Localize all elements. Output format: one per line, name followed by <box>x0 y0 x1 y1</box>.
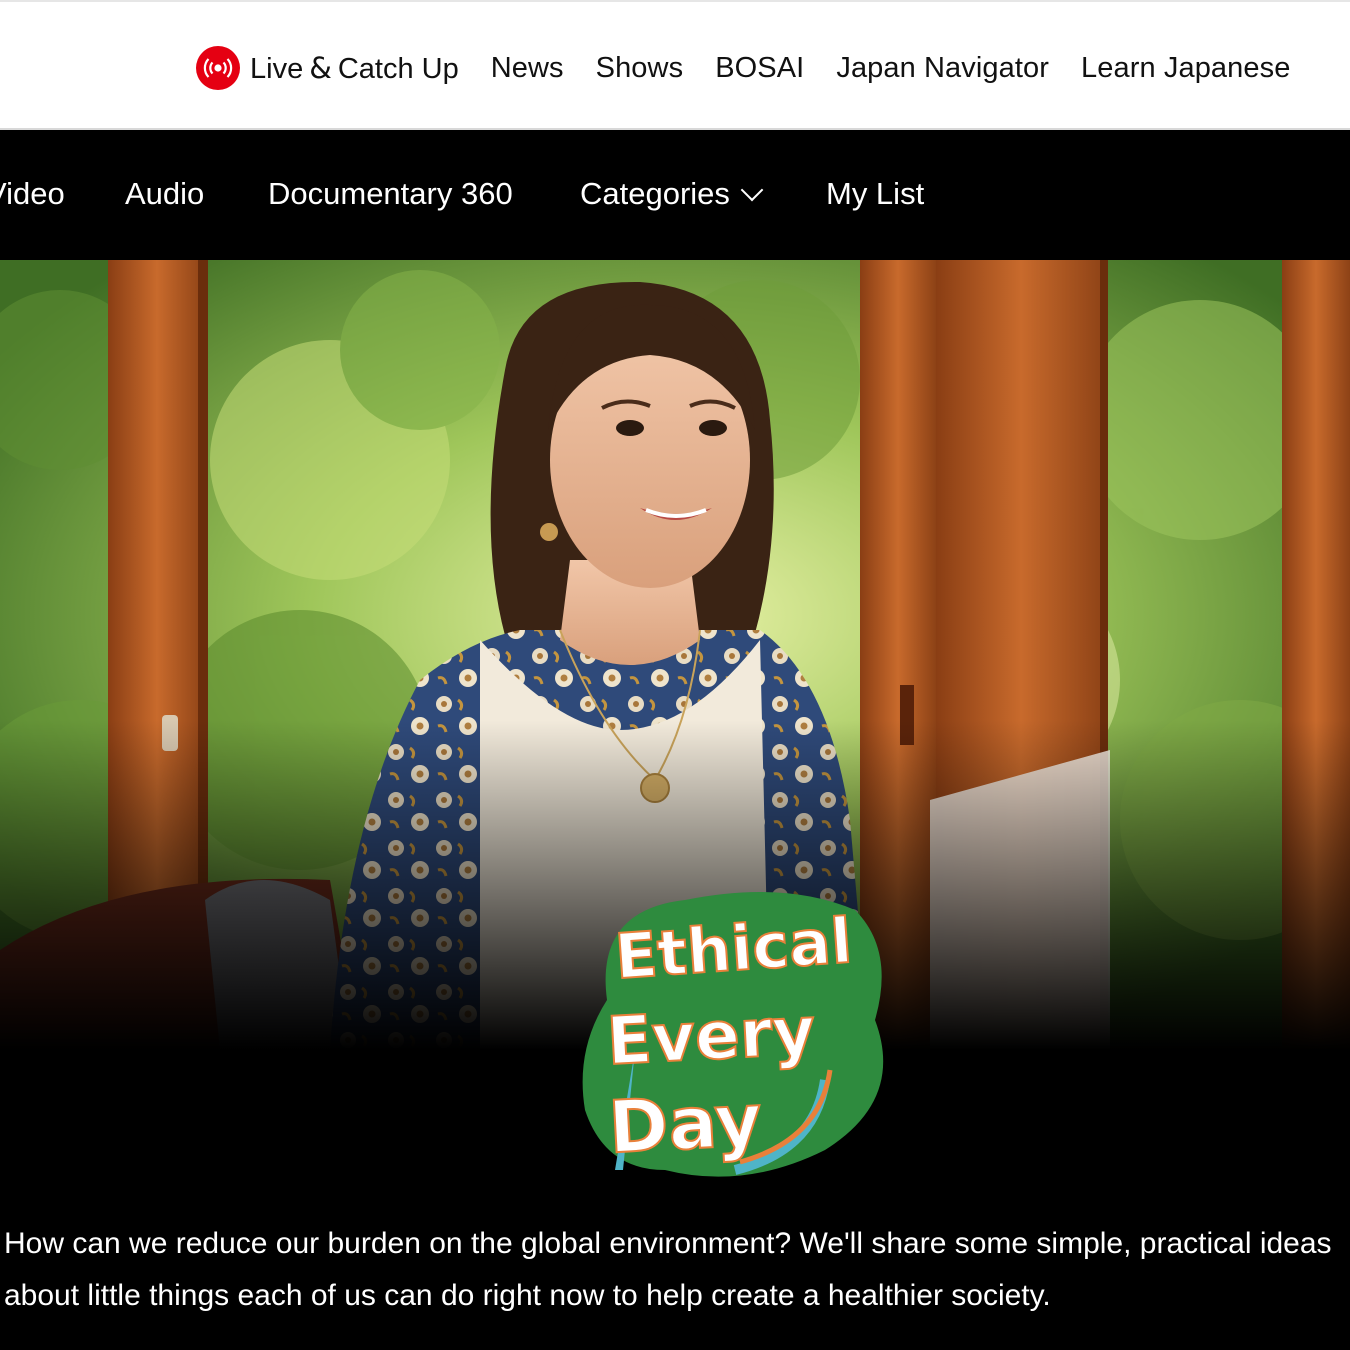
sub-nav-documentary-360[interactable]: Documentary 360 <box>268 176 513 212</box>
categories-label: Categories <box>580 176 730 211</box>
top-header: Live & Catch Up News Shows BOSAI Japan Nav… <box>0 0 1350 130</box>
nav-learn-japanese[interactable]: Learn Japanese <box>1081 52 1290 85</box>
catch-up-label: Catch Up <box>337 52 459 85</box>
sub-nav-audio[interactable]: Audio <box>125 176 204 212</box>
description-line-2: about little things each of us can do ri… <box>4 1279 1051 1312</box>
show-description: How can we reduce our burden on the glob… <box>4 1218 1350 1322</box>
nav-japan-navigator[interactable]: Japan Navigator <box>836 52 1049 85</box>
sub-nav: Video Audio Documentary 360 Categories M… <box>0 130 1350 260</box>
logo-line-2: Every <box>605 992 817 1080</box>
top-nav: Live & Catch Up News Shows BOSAI Japan Nav… <box>196 40 1290 96</box>
chevron-down-icon <box>740 178 764 202</box>
sub-nav-my-list[interactable]: My List <box>826 176 924 212</box>
live-catch-up-link[interactable]: Live & Catch Up <box>250 51 459 86</box>
sub-nav-video[interactable]: Video <box>0 176 65 212</box>
description-line-1: How can we reduce our burden on the glob… <box>4 1227 1332 1260</box>
nav-news[interactable]: News <box>491 52 564 85</box>
ampersand: & <box>309 50 332 85</box>
broadcast-icon[interactable] <box>196 46 240 90</box>
show-logo[interactable]: Ethical Every Day <box>575 870 895 1190</box>
live-label: Live <box>250 52 304 85</box>
nav-shows[interactable]: Shows <box>596 52 684 85</box>
nav-bosai[interactable]: BOSAI <box>715 52 804 85</box>
logo-line-3: Day <box>607 1078 764 1170</box>
sub-nav-categories[interactable]: Categories <box>580 176 764 212</box>
